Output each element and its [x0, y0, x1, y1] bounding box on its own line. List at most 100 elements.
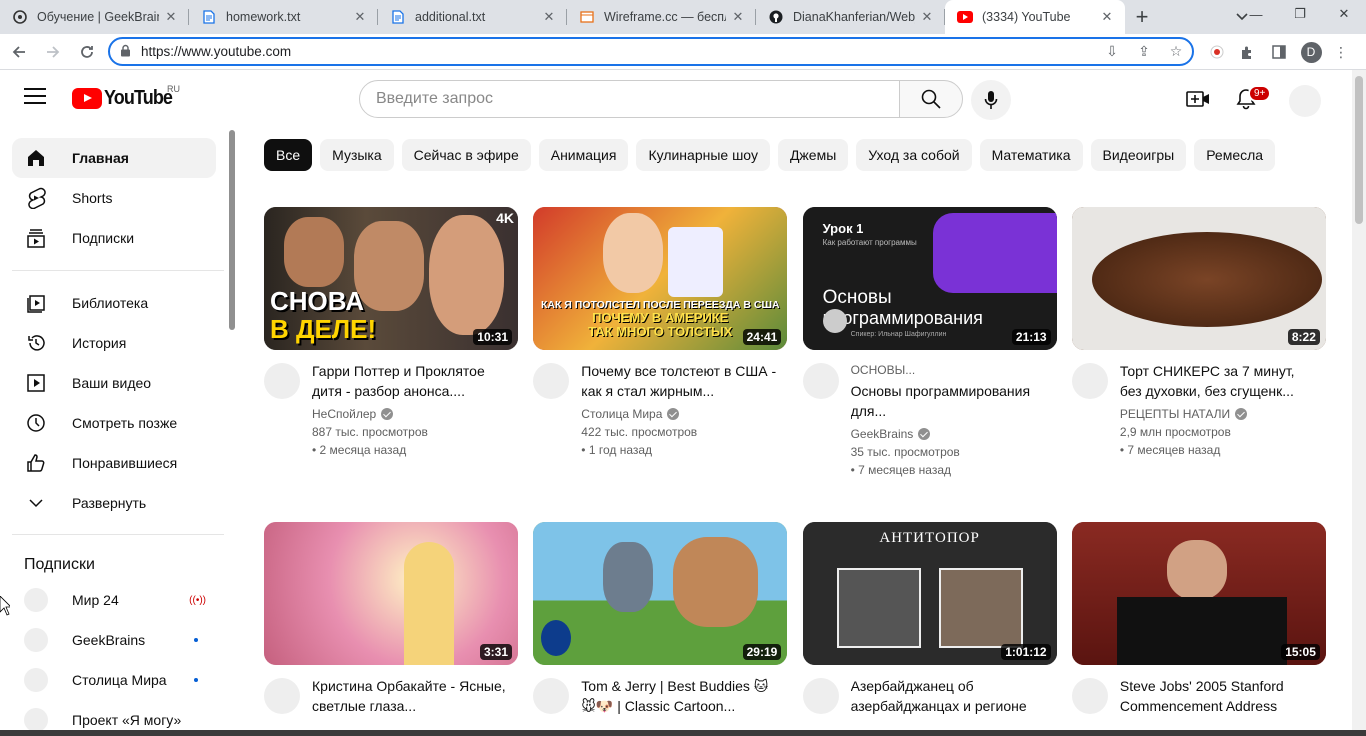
video-card[interactable]: 29:19 Tom & Jerry | Best Buddies 🐱🐭🐶 | Cl…	[533, 522, 788, 714]
channel-avatar[interactable]	[1071, 678, 1108, 714]
video-thumbnail[interactable]: СНОВА В ДЕЛЕ! 4K 10:31	[264, 207, 518, 350]
lock-icon[interactable]	[120, 44, 131, 60]
sidebar-item[interactable]: Ваши видео	[12, 363, 216, 403]
close-tab-icon[interactable]: ✕	[163, 9, 179, 25]
subscription-item[interactable]: Мир 24 ((•))	[12, 580, 216, 620]
video-card[interactable]: КАК Я ПОТОЛСТЕЛ ПОСЛЕ ПЕРЕЕЗДА В США ПОЧЕ…	[533, 207, 788, 457]
video-title[interactable]: Торт СНИКЕРС за 7 минут, без духовки, бе…	[1120, 361, 1320, 401]
video-card[interactable]: АНТИТОПОР 1:01:12 Азербайджанец об азербай…	[802, 522, 1057, 714]
subscription-item[interactable]: Столица Мира	[12, 660, 216, 700]
channel-name[interactable]: GeekBrains	[851, 425, 1051, 443]
channel-avatar[interactable]	[1071, 363, 1108, 399]
browser-tab[interactable]: (3334) YouTube ✕	[945, 0, 1125, 34]
video-title[interactable]: Гарри Поттер и Проклятое дитя - разбор а…	[312, 361, 512, 401]
video-title[interactable]: Почему все толстеют в США - как я стал ж…	[581, 361, 781, 401]
close-tab-icon[interactable]: ✕	[541, 9, 557, 25]
install-app-icon[interactable]: ⇩	[1096, 43, 1128, 60]
browser-tab[interactable]: DianaKhanferian/Web_ ✕	[756, 0, 945, 34]
browser-tab[interactable]: Обучение | GeekBrains ✕	[0, 0, 189, 34]
video-title[interactable]: Кристина Орбакайте - Ясные, светлые глаз…	[312, 676, 512, 716]
forward-icon[interactable]	[38, 37, 68, 67]
video-title[interactable]: Основы программирования для...	[851, 381, 1051, 421]
channel-avatar[interactable]	[802, 678, 839, 714]
channel-name[interactable]: РЕЦЕПТЫ НАТАЛИ	[1120, 405, 1320, 423]
reload-icon[interactable]	[72, 37, 102, 67]
video-card[interactable]: 15:05 Steve Jobs' 2005 Stanford Commencem…	[1071, 522, 1326, 714]
sidebar-scrollbar[interactable]	[229, 130, 235, 330]
video-thumbnail[interactable]: 15:05	[1071, 522, 1326, 665]
close-tab-icon[interactable]: ✕	[1099, 9, 1115, 25]
video-thumbnail[interactable]: 29:19	[533, 522, 788, 665]
filter-chip[interactable]: Музыка	[320, 139, 394, 171]
create-video-icon[interactable]	[1183, 84, 1213, 114]
bookmark-star-icon[interactable]: ☆	[1160, 43, 1192, 60]
close-tab-icon[interactable]: ✕	[730, 9, 746, 25]
video-thumbnail[interactable]: АНТИТОПОР 1:01:12	[802, 522, 1057, 665]
new-tab-button[interactable]: +	[1125, 0, 1159, 34]
extensions-puzzle-icon[interactable]	[1232, 34, 1262, 70]
page-scrollbar[interactable]	[1352, 70, 1366, 730]
video-thumbnail[interactable]: 3:31	[264, 522, 518, 665]
browser-tab[interactable]: Wireframe.cc — беспла ✕	[567, 0, 756, 34]
channel-avatar[interactable]	[264, 678, 300, 714]
address-bar[interactable]: https://www.youtube.com ⇩ ⇪ ☆	[108, 37, 1194, 66]
filter-chip[interactable]: Видеоигры	[1090, 139, 1187, 171]
close-tab-icon[interactable]: ✕	[352, 9, 368, 25]
channel-avatar[interactable]	[533, 363, 570, 399]
search-button[interactable]	[899, 80, 963, 118]
video-title[interactable]: Tom & Jerry | Best Buddies 🐱🐭🐶 | Classic…	[581, 676, 781, 716]
filter-chip[interactable]: Уход за собой	[856, 139, 972, 171]
video-card[interactable]: СНОВА В ДЕЛЕ! 4K 10:31 Гарри Поттер и Прокля…	[264, 207, 518, 457]
video-tag: ОСНОВЫ...	[850, 363, 916, 377]
account-avatar[interactable]	[1289, 85, 1321, 117]
filter-chip[interactable]: Сейчас в эфире	[401, 139, 531, 171]
sidebar-item[interactable]: Shorts	[12, 178, 216, 218]
video-thumbnail[interactable]: Урок 1 Как работают программы Основы програ…	[802, 207, 1057, 350]
new-content-dot	[194, 638, 198, 642]
share-icon[interactable]: ⇪	[1128, 43, 1160, 60]
video-card[interactable]: Урок 1 Как работают программы Основы програ…	[802, 207, 1057, 477]
channel-avatar[interactable]	[802, 363, 839, 399]
scrollbar-thumb[interactable]	[1355, 76, 1363, 224]
search-input[interactable]: Введите запрос	[359, 80, 900, 118]
profile-button[interactable]: D	[1296, 34, 1326, 70]
sidebar-item[interactable]: История	[12, 323, 216, 363]
video-card[interactable]: 8:22 Торт СНИКЕРС за 7 минут, без духовки…	[1071, 207, 1326, 457]
voice-search-button[interactable]	[971, 80, 1011, 120]
video-thumbnail[interactable]: КАК Я ПОТОЛСТЕЛ ПОСЛЕ ПЕРЕЕЗДА В США ПОЧЕ…	[533, 207, 788, 350]
back-icon[interactable]	[4, 37, 34, 67]
subscription-item[interactable]: GeekBrains	[12, 620, 216, 660]
sidebar-item[interactable]: Смотреть позже	[12, 403, 216, 443]
browser-tab[interactable]: additional.txt ✕	[378, 0, 567, 34]
youtube-logo[interactable]: YouTube RU	[72, 84, 180, 110]
sidebar-item[interactable]: Библиотека	[12, 283, 216, 323]
filter-chip[interactable]: Анимация	[538, 139, 629, 171]
filter-chip[interactable]: Кулинарные шоу	[636, 139, 770, 171]
video-title[interactable]: Steve Jobs' 2005 Stanford Commencement A…	[1120, 676, 1320, 716]
close-window-icon[interactable]: ✕	[1322, 0, 1366, 28]
minimize-icon[interactable]: —	[1234, 0, 1278, 28]
sidebar-item[interactable]: Подписки	[12, 218, 216, 258]
sidebar-item[interactable]: Развернуть	[12, 483, 216, 523]
channel-name[interactable]: НеСпойлер	[312, 405, 512, 423]
restore-icon[interactable]: ❐	[1278, 0, 1322, 28]
filter-chip[interactable]: Математика	[979, 139, 1083, 171]
filter-chip[interactable]: Джемы	[777, 139, 849, 171]
browser-menu-icon[interactable]: ⋮	[1326, 34, 1356, 70]
browser-tab[interactable]: homework.txt ✕	[189, 0, 378, 34]
filter-chip[interactable]: Ремесла	[1194, 139, 1276, 171]
channel-avatar[interactable]	[533, 678, 570, 714]
video-title[interactable]: Азербайджанец об азербайджанцах и регион…	[851, 676, 1051, 716]
filter-chip[interactable]: Все	[264, 139, 313, 171]
hamburger-menu-icon[interactable]	[24, 88, 46, 106]
record-extension-icon[interactable]	[1202, 34, 1232, 70]
video-card[interactable]: 3:31 Кристина Орбакайте - Ясные, светлые …	[264, 522, 518, 714]
sidebar-item[interactable]: Понравившиеся	[12, 443, 216, 483]
channel-name[interactable]: Столица Мира	[581, 405, 781, 423]
subscription-item[interactable]: Проект «Я могу»	[12, 700, 216, 730]
channel-avatar[interactable]	[264, 363, 300, 399]
sidebar-item[interactable]: Главная	[12, 138, 216, 178]
video-thumbnail[interactable]: 8:22	[1071, 207, 1326, 350]
side-panel-icon[interactable]	[1264, 34, 1294, 70]
close-tab-icon[interactable]: ✕	[919, 9, 935, 25]
